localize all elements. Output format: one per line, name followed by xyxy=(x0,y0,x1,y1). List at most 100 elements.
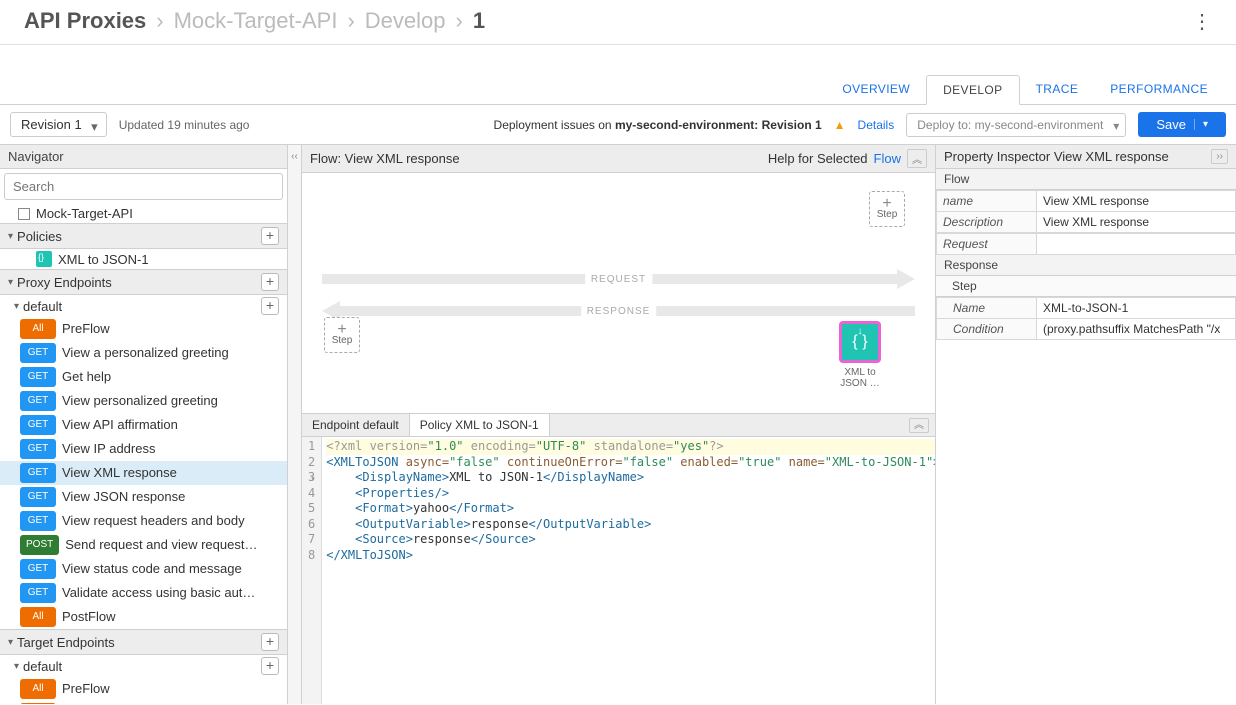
target-endpoints-section[interactable]: ▾Target Endpoints+ xyxy=(0,629,287,655)
deploy-to-label: Deploy to: my-second-environment xyxy=(917,118,1103,132)
proxy-root-item[interactable]: Mock-Target-API xyxy=(0,204,287,223)
policies-section[interactable]: ▾Policies+ xyxy=(0,223,287,249)
prop-desc-label: Description xyxy=(937,212,1037,233)
deployment-issue-msg: Deployment issues on my-second-environme… xyxy=(494,118,822,132)
response-arrow: RESPONSE xyxy=(322,301,915,321)
caret-down-icon: ▾ xyxy=(14,301,19,312)
flow-label: View personalized greeting xyxy=(62,392,218,410)
policy-item[interactable]: XML to JSON-1 xyxy=(0,249,287,269)
collapse-navigator-button[interactable]: ‹‹ xyxy=(288,145,302,704)
flow-item[interactable]: GET View request headers and body xyxy=(0,509,287,533)
tabs: OVERVIEW DEVELOP TRACE PERFORMANCE xyxy=(0,75,1236,105)
method-badge: All xyxy=(20,703,56,704)
add-target-endpoint-button[interactable]: + xyxy=(261,633,279,651)
flow-label: PostFlow xyxy=(62,608,115,626)
flow-help-link[interactable]: Flow xyxy=(874,151,901,166)
tab-overview[interactable]: OVERVIEW xyxy=(826,75,926,104)
navigator-tree: Mock-Target-API ▾Policies+ XML to JSON-1… xyxy=(0,204,287,704)
inspector-response-section: Response xyxy=(936,255,1236,276)
flow-item[interactable]: GETView personalized greeting xyxy=(0,389,287,413)
flow-item[interactable]: POSTSend request and view request… xyxy=(0,533,287,557)
flow-label: View JSON response xyxy=(62,488,185,506)
caret-down-icon: ▾ xyxy=(14,661,19,672)
method-badge: GET xyxy=(20,463,56,483)
code-editor[interactable]: 12 ▾345678 <?xml version="1.0" encoding=… xyxy=(302,437,935,704)
flow-label: Validate access using basic aut… xyxy=(62,584,255,602)
caret-down-icon[interactable]: ▾ xyxy=(1194,119,1208,130)
flow-item[interactable]: AllPostFlow xyxy=(0,605,287,629)
deploy-to-select[interactable]: Deploy to: my-second-environment ▾ xyxy=(906,113,1126,137)
canvas-header: Flow: View XML response Help for Selecte… xyxy=(302,145,935,173)
add-policy-button[interactable]: + xyxy=(261,227,279,245)
prop-step-name-value[interactable]: XML-to-JSON-1 xyxy=(1037,298,1236,319)
add-proxy-endpoint-button[interactable]: + xyxy=(261,273,279,291)
save-label: Save xyxy=(1156,117,1186,132)
breadcrumb-proxy[interactable]: Mock-Target-API xyxy=(174,8,338,34)
flow-item[interactable]: AllPostFlow xyxy=(0,701,287,704)
inspector-step-table: NameXML-to-JSON-1 Condition(proxy.pathsu… xyxy=(936,297,1236,340)
method-badge: POST xyxy=(20,535,59,555)
revision-select[interactable]: Revision 1 ▾ xyxy=(10,112,107,137)
breadcrumb-root[interactable]: API Proxies xyxy=(24,8,146,34)
caret-down-icon: ▾ xyxy=(91,119,98,135)
prop-desc-value[interactable]: View XML response xyxy=(1037,212,1236,233)
flow-label: View API affirmation xyxy=(62,416,178,434)
flow-item[interactable]: GET View a personalized greeting xyxy=(0,341,287,365)
kebab-menu-icon[interactable]: ⋮ xyxy=(1186,9,1218,34)
flow-item[interactable]: GETView XML response xyxy=(0,461,287,485)
add-flow-button[interactable]: + xyxy=(261,297,279,315)
prop-request-value[interactable] xyxy=(1037,234,1236,255)
tab-trace[interactable]: TRACE xyxy=(1020,75,1095,104)
tab-develop[interactable]: DEVELOP xyxy=(926,75,1020,105)
flow-label: Get help xyxy=(62,368,111,386)
proxy-endpoints-section[interactable]: ▾Proxy Endpoints+ xyxy=(0,269,287,295)
method-badge: GET xyxy=(20,343,56,363)
warning-icon: ▲ xyxy=(834,118,846,132)
method-badge: GET xyxy=(20,559,56,579)
add-request-step-button[interactable]: +Step xyxy=(869,191,905,227)
flow-item[interactable]: AllPreFlow xyxy=(0,677,287,701)
method-badge: GET xyxy=(20,487,56,507)
add-target-flow-button[interactable]: + xyxy=(261,657,279,675)
flow-item[interactable]: AllPreFlow xyxy=(0,317,287,341)
document-icon xyxy=(18,208,30,220)
flow-label: View request headers and body xyxy=(62,512,245,530)
prop-condition-label: Condition xyxy=(937,319,1037,340)
search-input[interactable] xyxy=(4,173,283,200)
policy-node[interactable]: { } XML to JSON … xyxy=(839,321,881,389)
add-response-step-button[interactable]: +Step xyxy=(324,317,360,353)
code-body[interactable]: <?xml version="1.0" encoding="UTF-8" sta… xyxy=(322,437,935,704)
collapse-canvas-button[interactable]: ︽ xyxy=(907,149,927,168)
flow-item[interactable]: GETView IP address xyxy=(0,437,287,461)
editor-tab-endpoint[interactable]: Endpoint default xyxy=(302,414,410,436)
expand-inspector-button[interactable]: ›› xyxy=(1211,149,1228,164)
breadcrumb-develop[interactable]: Develop xyxy=(365,8,446,34)
help-label: Help for Selected xyxy=(768,151,868,166)
flow-label: View a personalized greeting xyxy=(62,344,229,362)
flow-item[interactable]: GETGet help xyxy=(0,365,287,389)
tab-performance[interactable]: PERFORMANCE xyxy=(1094,75,1224,104)
caret-down-icon: ▾ xyxy=(8,231,13,242)
save-button[interactable]: Save ▾ xyxy=(1138,112,1226,137)
method-badge: GET xyxy=(20,511,56,531)
flow-label: View IP address xyxy=(62,440,155,458)
flow-item[interactable]: GETView status code and message xyxy=(0,557,287,581)
navigator-panel: Navigator Mock-Target-API ▾Policies+ XML… xyxy=(0,145,288,704)
editor-tab-policy[interactable]: Policy XML to JSON-1 xyxy=(410,414,550,436)
target-default-endpoint[interactable]: ▾default+ xyxy=(0,655,287,677)
collapse-editor-button[interactable]: ︽ xyxy=(909,418,929,433)
xml-to-json-policy-icon[interactable]: { } xyxy=(839,321,881,363)
flow-item[interactable]: GETValidate access using basic aut… xyxy=(0,581,287,605)
prop-name-value[interactable]: View XML response xyxy=(1037,191,1236,212)
prop-condition-value[interactable]: (proxy.pathsuffix MatchesPath "/x xyxy=(1037,319,1236,340)
caret-down-icon: ▾ xyxy=(8,637,13,648)
inspector-request-table: Request xyxy=(936,233,1236,255)
chevron-right-icon: › xyxy=(455,8,462,34)
details-link[interactable]: Details xyxy=(858,118,895,132)
inspector-step-section: Step xyxy=(936,276,1236,297)
canvas-panel: Flow: View XML response Help for Selecte… xyxy=(302,145,936,704)
flow-item[interactable]: GET View JSON response xyxy=(0,485,287,509)
default-endpoint[interactable]: ▾default+ xyxy=(0,295,287,317)
inspector-header: Property Inspector View XML response ›› xyxy=(936,145,1236,169)
flow-item[interactable]: GETView API affirmation xyxy=(0,413,287,437)
